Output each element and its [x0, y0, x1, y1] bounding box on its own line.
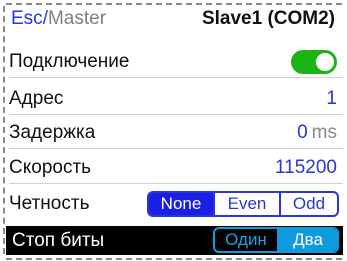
toggle-knob — [316, 53, 334, 71]
delay-value: 0 — [297, 122, 308, 143]
breadcrumb-master[interactable]: Master — [48, 8, 106, 29]
delay-unit: ms — [311, 122, 337, 143]
setting-row-connection[interactable]: Подключение — [9, 46, 343, 78]
stop-bits-selector[interactable]: Один Два — [213, 227, 339, 253]
setting-label: Адрес — [9, 88, 64, 109]
setting-row-parity[interactable]: Четность None Even Odd — [9, 188, 343, 219]
header: Esc/Master Slave1 (COM2) — [0, 0, 347, 38]
stop-bits-option-two[interactable]: Два — [279, 229, 337, 251]
setting-row-speed[interactable]: Скорость 115200 — [9, 152, 343, 184]
speed-value[interactable]: 115200 — [275, 157, 337, 179]
page-title: Slave1 (COM2) — [201, 8, 335, 29]
delay-value-group[interactable]: 0 ms — [297, 122, 337, 144]
parity-selector[interactable]: None Even Odd — [147, 191, 339, 217]
setting-label: Стоп биты — [12, 230, 105, 251]
stop-bits-option-one[interactable]: Один — [215, 229, 279, 251]
address-value[interactable]: 1 — [326, 88, 337, 110]
setting-row-stop-bits[interactable]: Стоп биты Один Два — [6, 226, 343, 255]
connection-toggle[interactable] — [291, 50, 337, 74]
setting-label: Скорость — [9, 157, 92, 178]
setting-row-delay[interactable]: Задержка 0 ms — [9, 117, 343, 149]
parity-option-even[interactable]: Even — [215, 193, 281, 215]
setting-row-address[interactable]: Адрес 1 — [9, 83, 343, 115]
frame-left-edge — [3, 6, 5, 254]
esc-button[interactable]: Esc — [11, 8, 43, 29]
parity-option-odd[interactable]: Odd — [281, 193, 337, 215]
setting-label: Подключение — [9, 51, 130, 72]
breadcrumb: Esc/Master — [11, 8, 106, 30]
setting-label: Четность — [9, 193, 90, 214]
frame-bottom-edge — [6, 258, 342, 260]
parity-option-none[interactable]: None — [149, 193, 215, 215]
setting-label: Задержка — [9, 122, 96, 143]
